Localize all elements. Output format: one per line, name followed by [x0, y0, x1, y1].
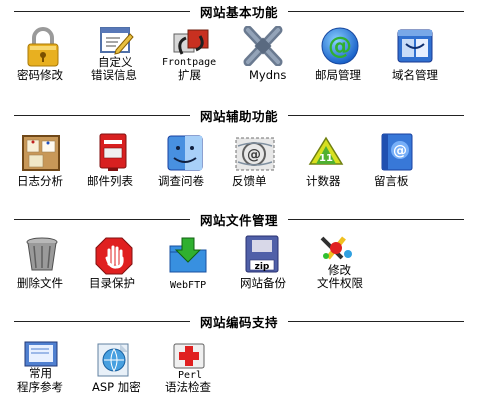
stop-hand-icon: [95, 237, 133, 275]
survey-button[interactable]: 调查问卷: [158, 132, 214, 192]
divider: [288, 218, 465, 220]
domain-admin-label: 域名管理: [392, 68, 438, 82]
trash-can-icon: [26, 237, 58, 271]
divider: [14, 320, 190, 322]
password-change-button[interactable]: 密码修改: [15, 26, 71, 82]
section-header-files: 网站文件管理: [14, 211, 465, 228]
svg-text:zip: zip: [255, 262, 270, 272]
feedback-form-button[interactable]: @ 反馈单: [228, 132, 284, 192]
domain-admin-button[interactable]: 域名管理: [386, 26, 446, 82]
asp-encrypt-label: ASP 加密: [92, 380, 141, 394]
divider: [288, 320, 465, 322]
frontpage-icon: [173, 29, 209, 55]
mailbox-icon: [99, 133, 127, 171]
mail-admin-label: 邮局管理: [315, 68, 361, 82]
program-reference-label-line1: 常用: [29, 366, 52, 380]
asp-encrypt-button[interactable]: ASP 加密: [88, 338, 144, 398]
mydns-label: Mydns: [249, 68, 287, 82]
counter-icon: 11: [308, 136, 344, 165]
padlock-icon: [27, 27, 59, 67]
divider: [288, 114, 465, 116]
perl-label-line2: 语法检查: [165, 380, 211, 394]
section-header-basic: 网站基本功能: [14, 3, 465, 20]
password-change-label: 密码修改: [17, 68, 63, 82]
first-aid-kit-icon: [173, 343, 205, 369]
log-analysis-button[interactable]: 日志分析: [15, 132, 71, 192]
perl-syntax-check-button[interactable]: Perl 语法检查: [160, 338, 220, 398]
divider: [14, 114, 190, 116]
directory-protection-label: 目录保护: [89, 276, 135, 290]
zip-archive-icon: zip: [245, 235, 279, 273]
program-reference-button[interactable]: 常用 程序参考: [15, 338, 71, 398]
custom-error-label-line2: 错误信息: [91, 68, 137, 82]
survey-label: 调查问卷: [158, 174, 204, 188]
section-title: 网站编码支持: [200, 314, 279, 330]
section-title: 网站文件管理: [200, 212, 279, 228]
permission-tools-icon: [320, 236, 352, 260]
svg-text:@: @: [328, 32, 352, 60]
custom-error-page-button[interactable]: 自定义 错误信息: [86, 26, 146, 86]
site-backup-label: 网站备份: [240, 276, 286, 290]
svg-text:11: 11: [319, 153, 333, 164]
delete-file-label: 删除文件: [17, 276, 63, 290]
file-permission-label-line2: 文件权限: [317, 276, 363, 290]
site-backup-button[interactable]: zip 网站备份: [236, 234, 292, 294]
globe-page-icon: [97, 343, 129, 377]
divider: [14, 10, 190, 12]
webftp-button[interactable]: WebFTP: [160, 234, 216, 294]
feedback-form-label: 反馈单: [232, 174, 267, 188]
mailing-list-button[interactable]: 邮件列表: [86, 132, 142, 192]
stamp-icon: @: [235, 137, 275, 171]
section-header-aux: 网站辅助功能: [14, 107, 465, 124]
svg-text:@: @: [393, 143, 407, 159]
dns-cross-icon: [243, 26, 283, 66]
webftp-label: WebFTP: [170, 280, 207, 291]
directory-protection-button[interactable]: 目录保护: [88, 234, 144, 294]
log-analysis-label: 日志分析: [17, 174, 63, 188]
section-header-coding: 网站编码支持: [14, 313, 465, 330]
download-folder-icon: [169, 237, 207, 273]
mydns-button[interactable]: Mydns: [238, 26, 294, 82]
frontpage-label-line2: 扩展: [178, 68, 201, 82]
svg-text:@: @: [247, 147, 261, 163]
address-book-icon: @: [381, 133, 413, 171]
mailing-list-label: 邮件列表: [87, 174, 133, 188]
program-reference-label-line2: 程序参考: [17, 380, 63, 394]
corkboard-icon: [22, 135, 60, 171]
finder-face-icon: [167, 135, 203, 171]
file-permission-button[interactable]: 修改 文件权限: [312, 234, 372, 294]
guestbook-button[interactable]: @ 留言板: [370, 132, 426, 192]
error-document-icon: [100, 27, 134, 55]
delete-file-button[interactable]: 删除文件: [15, 234, 71, 294]
domain-finder-icon: [397, 29, 433, 63]
mail-at-icon: @: [321, 27, 359, 65]
frontpage-extension-button[interactable]: Frontpage 扩展: [160, 26, 224, 86]
guestbook-label: 留言板: [374, 174, 409, 188]
counter-button[interactable]: 11 计数器: [300, 132, 356, 192]
reference-document-icon: [24, 341, 58, 367]
counter-label: 计数器: [306, 174, 341, 188]
divider: [288, 10, 465, 12]
mail-admin-button[interactable]: @ 邮局管理: [312, 26, 368, 82]
section-title: 网站辅助功能: [200, 108, 279, 124]
divider: [14, 218, 190, 220]
section-title: 网站基本功能: [200, 4, 279, 20]
